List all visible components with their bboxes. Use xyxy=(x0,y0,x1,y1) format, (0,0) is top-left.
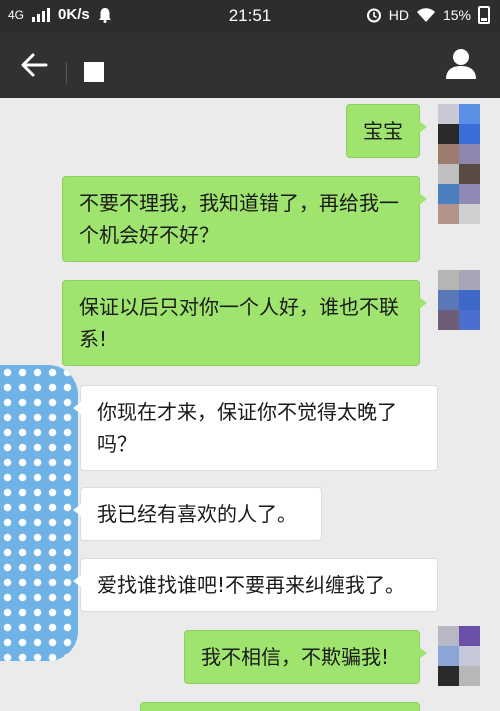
message-bubble-outgoing[interactable]: 宝宝 xyxy=(346,104,427,158)
person-icon[interactable] xyxy=(444,46,478,80)
chat-header xyxy=(0,32,500,98)
battery-icon xyxy=(478,6,490,24)
self-avatar[interactable] xyxy=(438,626,480,686)
contact-name-placeholder xyxy=(84,62,104,82)
message-bubble-outgoing[interactable]: 保证以后只对你一个人好，谁也不联系! xyxy=(62,280,427,366)
message-bubble-outgoing[interactable]: 我不相信，不欺骗我! xyxy=(184,630,427,684)
battery-percent: 15% xyxy=(442,7,471,23)
header-divider xyxy=(66,62,67,84)
message-bubble-outgoing[interactable]: 不要不理我，我知道错了，再给我一个机会好不好？ xyxy=(62,176,427,262)
message-bubble-outgoing-partial[interactable] xyxy=(140,702,420,711)
self-avatar[interactable] xyxy=(438,270,480,330)
alarm-icon xyxy=(366,8,381,23)
back-arrow-icon[interactable] xyxy=(18,50,50,80)
status-bar: 4G 0K/s 21:51 HD 15% xyxy=(0,0,500,32)
contact-avatar-polka-dot[interactable] xyxy=(0,365,78,661)
wifi-icon xyxy=(416,8,435,22)
message-bubble-incoming[interactable]: 爱找谁找谁吧!不要再来纠缠我了。 xyxy=(73,558,438,612)
message-bubble-incoming[interactable]: 你现在才来，保证你不觉得太晚了吗？ xyxy=(73,385,438,471)
message-bubble-incoming[interactable]: 我已经有喜欢的人了。 xyxy=(73,487,322,541)
hd-indicator: HD xyxy=(388,7,409,23)
self-avatar[interactable] xyxy=(438,104,480,224)
